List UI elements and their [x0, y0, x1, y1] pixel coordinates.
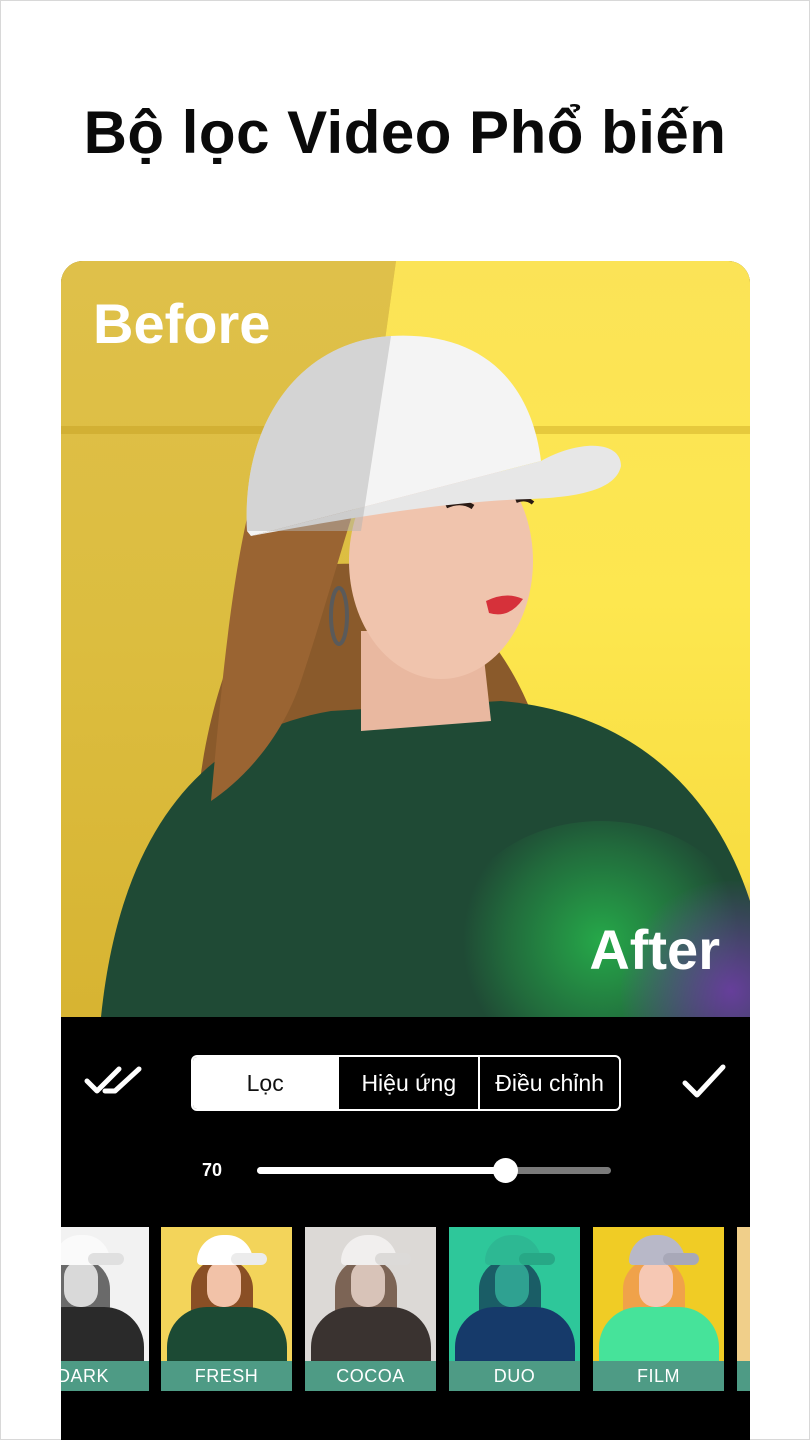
filter-thumbnail [737, 1227, 750, 1361]
page-title: Bộ lọc Video Phổ biến [83, 99, 727, 166]
filter-thumbnail [449, 1227, 580, 1361]
filter-fresh[interactable]: FRESH [161, 1227, 292, 1391]
slider-handle[interactable] [492, 1158, 518, 1183]
filter-label: DUO [449, 1361, 580, 1391]
before-label: Before [93, 292, 271, 355]
preview-photo: Before After [61, 261, 750, 1017]
filter-label: DARK [61, 1361, 149, 1391]
tab-filter[interactable]: Lọc [193, 1057, 338, 1109]
filter-thumbnail [161, 1227, 292, 1361]
filter-strip: DARK FRESH COCOA DUO FILM [61, 1227, 750, 1391]
tab-effects[interactable]: Hiệu ứng [337, 1057, 478, 1109]
filter-film[interactable]: FILM [593, 1227, 724, 1391]
wall-seam [61, 426, 750, 434]
check-icon[interactable] [681, 1061, 727, 1101]
filter-thumbnail [593, 1227, 724, 1361]
intensity-value: 70 [202, 1160, 223, 1180]
filter-next-partial[interactable] [737, 1227, 750, 1391]
tab-group: Lọc Hiệu ứng Điều chỉnh [191, 1055, 621, 1111]
filter-label [737, 1361, 750, 1391]
filter-label: COCOA [305, 1361, 436, 1391]
filter-cocoa[interactable]: COCOA [305, 1227, 436, 1391]
filter-label: FRESH [161, 1361, 292, 1391]
after-label: After [589, 918, 720, 981]
editor-toolbar: Lọc Hiệu ứng Điều chỉnh 70 DARK FRESH CO… [61, 1017, 750, 1440]
filter-label: FILM [593, 1361, 724, 1391]
editor-mockup: Before After Lọc Hiệu ứng Điều chỉnh 70 [61, 261, 750, 1440]
intensity-slider[interactable] [257, 1158, 611, 1183]
filter-dark[interactable]: DARK [61, 1227, 149, 1391]
filter-thumbnail [305, 1227, 436, 1361]
filter-duo[interactable]: DUO [449, 1227, 580, 1391]
slider-fill [257, 1167, 505, 1174]
tab-adjust[interactable]: Điều chỉnh [478, 1057, 619, 1109]
filter-thumbnail [61, 1227, 149, 1361]
double-check-icon[interactable] [83, 1061, 145, 1101]
